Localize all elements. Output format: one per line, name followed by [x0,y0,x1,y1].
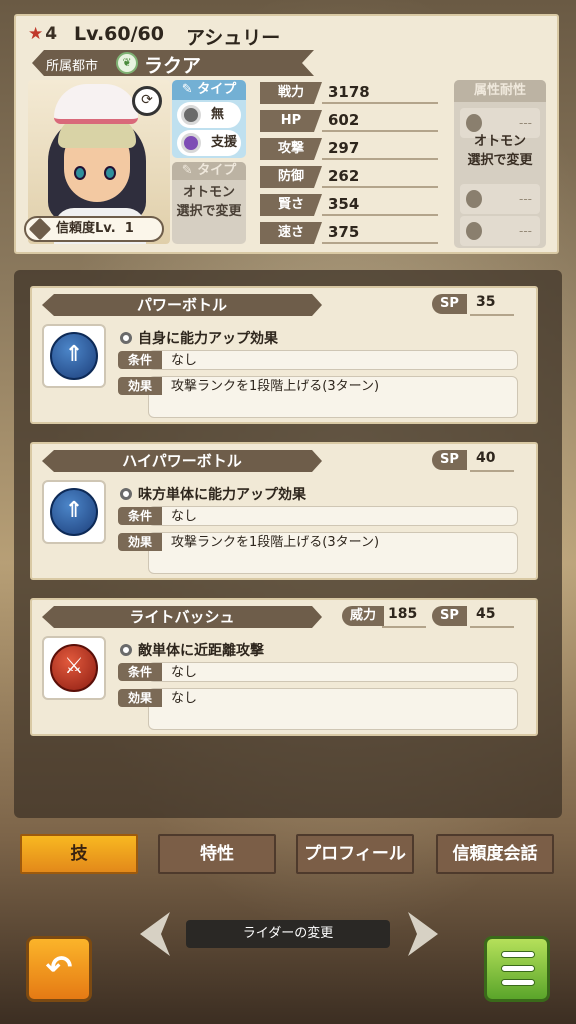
effect-field: 攻撃ランクを1段階上げる(3ターン) [148,532,518,574]
tab-trust-talk[interactable]: 信頼度会話 [436,834,554,874]
sp-label: SP [432,450,467,470]
skill-name: ライトバッシュ [42,606,322,628]
skill-name: ハイパワーボトル [42,450,322,472]
power-label: 威力 [342,606,385,626]
skill-card[interactable]: ライトバッシュ 威力 185 SP 45 ⚔ 敵単体に近距離攻撃 なし 条件 な… [30,598,538,736]
tab-traits[interactable]: 特性 [158,834,276,874]
city-name: ラクア [144,55,202,77]
type-header: ✎ タイプ [172,80,246,100]
dragon-icon [466,222,482,240]
skill-icon: ⇑ [42,480,106,544]
level-text: Lv.60/60 [74,23,164,45]
type-box: ✎ タイプ 無 支援 [172,80,246,158]
power-bottle-icon: ⇑ [50,332,98,380]
effect-label: 効果 [118,377,162,395]
portrait-eye [74,166,86,180]
change-rider-button[interactable]: ライダーの変更 [186,920,390,948]
stat-row: 防御 262 [252,166,438,188]
character-info-panel: ★ 4 Lv.60/60 アシュリー 所属都市 ❦ ラクア ⟳ 信頼度Lv. 1 … [14,14,559,254]
resistance-note: オトモン 選択で変更 [467,134,533,168]
resistance-header: 属性耐性 [454,80,546,102]
menu-icon [501,951,535,958]
effect-label: 効果 [118,689,162,707]
stat-row: 戦力 3178 [252,82,438,104]
condition-label: 条件 [118,663,162,681]
city-label: 所属都市 [46,59,99,74]
menu-button[interactable] [484,936,550,1002]
condition-label: 条件 [118,507,162,525]
condition-field: なし [148,506,518,526]
skill-name: パワーボトル [42,294,322,316]
back-button[interactable]: ↶ [26,936,92,1002]
skill-card[interactable]: パワーボトル SP 35 ⇑ 自身に能力アップ効果 なし 条件 攻撃ランクを1段… [30,286,538,424]
sword-icon: ⚔ [50,644,98,692]
stat-row: HP 602 [252,110,438,132]
type-item: 無 [177,102,241,128]
skill-description: 味方単体に能力アップ効果 [120,484,306,504]
rarity: ★ 4 [28,24,58,44]
element-resistance-box: 属性耐性 --- オトモン 選択で変更 --- --- [454,80,546,248]
clock-icon[interactable]: ⟳ [132,86,162,116]
stats-list: 戦力 3178 HP 602 攻撃 297 防御 262 賢さ 354 速さ 375 [252,80,438,248]
stat-row: 速さ 375 [252,222,438,244]
trust-icon [28,217,52,241]
otomon-type-box: ✎ タイプ オトモン 選択で変更 [172,162,246,244]
star-icon: ★ [28,24,44,44]
sp-label: SP [432,606,467,626]
effect-field: なし [148,688,518,730]
menu-icon [501,979,535,986]
skills-panel: パワーボトル SP 35 ⇑ 自身に能力アップ効果 なし 条件 攻撃ランクを1段… [14,270,562,818]
portrait-eye [104,166,116,180]
back-arrow-icon: ↶ [45,948,73,986]
stat-row: 賢さ 354 [252,194,438,216]
support-type-icon [181,133,201,153]
sp-value: 45 [470,606,514,628]
sp-value: 40 [470,450,514,472]
skill-icon: ⇑ [42,324,106,388]
tab-skills[interactable]: 技 [20,834,138,874]
type-item: 支援 [177,130,241,156]
skill-description: 自身に能力アップ効果 [120,328,278,348]
menu-icon [501,965,535,972]
skill-icon: ⚔ [42,636,106,700]
effect-label: 効果 [118,533,162,551]
tab-profile[interactable]: プロフィール [296,834,414,874]
neutral-type-icon [181,105,201,125]
ice-icon [466,190,482,208]
trust-level-badge: 信頼度Lv. 1 [24,216,164,242]
otomon-type-header: ✎ タイプ [172,162,246,180]
power-value: 185 [382,606,426,628]
skill-description: 敵単体に近距離攻撃 [120,640,264,660]
character-name: アシュリー [186,27,281,49]
condition-label: 条件 [118,351,162,369]
leaf-crest-icon: ❦ [116,52,138,74]
otomon-note: オトモン 選択で変更 [176,185,242,219]
effect-field: 攻撃ランクを1段階上げる(3ターン) [148,376,518,418]
stat-row: 攻撃 297 [252,138,438,160]
skill-card[interactable]: ハイパワーボトル SP 40 ⇑ 味方単体に能力アップ効果 なし 条件 攻撃ラン… [30,442,538,580]
portrait-hat [54,84,138,124]
power-bottle-icon: ⇑ [50,488,98,536]
dragon-resist-row: --- [460,216,540,246]
sp-label: SP [432,294,467,314]
condition-field: なし [148,350,518,370]
ice-resist-row: --- [460,184,540,214]
sp-value: 35 [470,294,514,316]
fire-icon [466,114,482,132]
condition-field: なし [148,662,518,682]
